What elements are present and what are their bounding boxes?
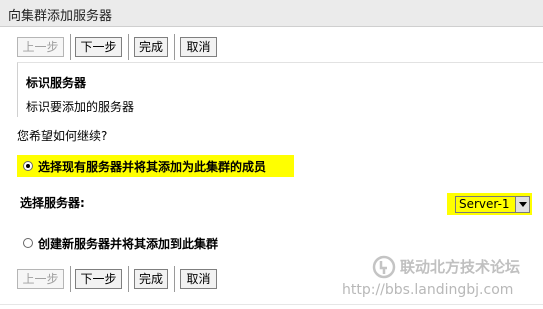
option-label-create-new: 创建新服务器并将其添加到此集群 bbox=[38, 237, 219, 251]
cancel-button-top[interactable]: 取消 bbox=[180, 37, 217, 57]
chevron-down-icon[interactable] bbox=[515, 197, 529, 212]
previous-button-top[interactable]: 上一步 bbox=[17, 37, 64, 57]
server-select-dropdown[interactable]: Server-1 bbox=[455, 196, 530, 213]
next-button-top[interactable]: 下一步 bbox=[75, 37, 122, 57]
server-select-label: 选择服务器: bbox=[20, 196, 85, 210]
radio-select-existing[interactable] bbox=[23, 161, 33, 171]
previous-button-bottom[interactable]: 上一步 bbox=[17, 269, 64, 289]
toolbar-separator bbox=[174, 266, 175, 292]
watermark: 联动北方技术论坛 http://bbs.landingbj.com bbox=[342, 253, 540, 303]
toolbar-separator bbox=[128, 34, 129, 60]
cancel-button-bottom[interactable]: 取消 bbox=[180, 269, 217, 289]
section-description: 标识要添加的服务器 bbox=[26, 100, 135, 114]
next-button-bottom[interactable]: 下一步 bbox=[75, 269, 122, 289]
window-title: 向集群添加服务器 bbox=[8, 9, 113, 24]
section-title: 标识服务器 bbox=[26, 76, 87, 90]
finish-button-top[interactable]: 完成 bbox=[134, 37, 168, 57]
watermark-name: 联动北方技术论坛 bbox=[400, 258, 521, 276]
toolbar-separator bbox=[70, 266, 71, 292]
toolbar-separator bbox=[70, 34, 71, 60]
finish-button-bottom[interactable]: 完成 bbox=[134, 269, 168, 289]
window-title-bar: 向集群添加服务器 bbox=[0, 0, 543, 27]
bottom-divider bbox=[0, 304, 543, 305]
toolbar-separator bbox=[128, 266, 129, 292]
radio-create-new[interactable] bbox=[23, 238, 33, 248]
toolbar-separator bbox=[174, 34, 175, 60]
watermark-url: http://bbs.landingbj.com bbox=[342, 282, 514, 298]
continue-prompt: 您希望如何继续? bbox=[17, 129, 108, 143]
server-select-value: Server-1 bbox=[459, 197, 510, 211]
option-label-existing: 选择现有服务器并将其添加为此集群的成员 bbox=[38, 160, 267, 174]
forum-logo-icon bbox=[372, 255, 396, 282]
